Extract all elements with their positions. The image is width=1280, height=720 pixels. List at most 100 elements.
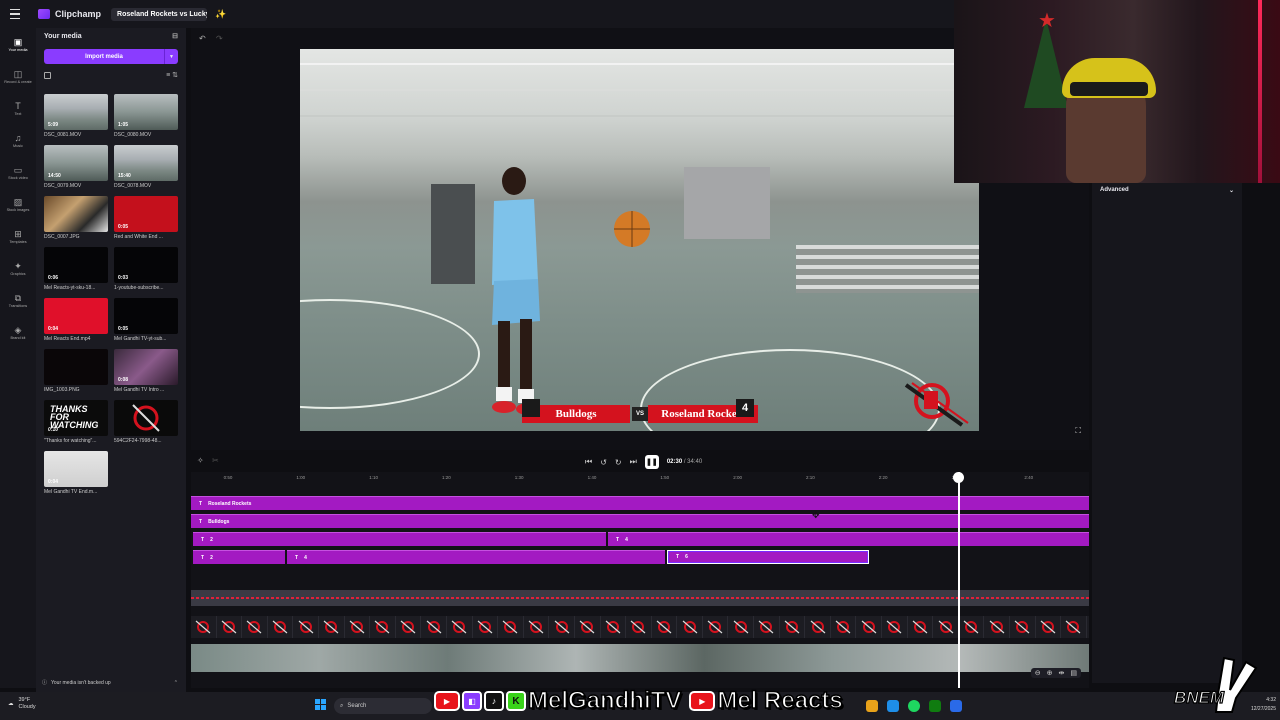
skip-forward-icon[interactable]: ⏭ xyxy=(630,457,637,467)
logo-frame xyxy=(575,616,601,638)
fullscreen-icon[interactable]: ⛶ xyxy=(1075,426,1081,436)
rockets-logo-icon xyxy=(349,620,365,634)
advanced-section[interactable]: Advanced ⌄ xyxy=(1092,183,1242,197)
logo-overlay-track[interactable] xyxy=(191,616,1089,638)
rail-item-6[interactable]: ⊞ Templates xyxy=(0,220,36,252)
rail-item-5[interactable]: ▨ Stock images xyxy=(0,188,36,220)
select-all-checkbox[interactable] xyxy=(44,71,51,79)
backup-notice-text: Your media isn't backed up xyxy=(51,679,111,686)
rockets-logo-icon xyxy=(195,620,211,634)
media-tile[interactable]: 594C2F24-7998-48... xyxy=(114,400,178,448)
rail-item-0[interactable]: ▣ Your media xyxy=(0,28,36,60)
undo-redo: ↶ ↷ xyxy=(199,34,223,43)
media-tile[interactable]: IMG_1003.PNG xyxy=(44,349,108,397)
app-icon[interactable] xyxy=(950,700,962,712)
pause-button[interactable]: ❚❚ xyxy=(644,455,659,469)
led-light xyxy=(1258,0,1262,183)
audio-track[interactable] xyxy=(191,590,1089,606)
advanced-label: Advanced xyxy=(1100,187,1129,193)
media-name: Red and White End ... xyxy=(114,234,163,240)
undo-icon[interactable]: ↶ xyxy=(199,34,206,43)
rail-icon: ✦ xyxy=(14,260,22,271)
rail-item-7[interactable]: ✦ Graphics xyxy=(0,252,36,284)
backup-notice[interactable]: ⓘ Your media isn't backed up ⌃ xyxy=(42,679,178,687)
rail-item-8[interactable]: ⧉ Transitions xyxy=(0,284,36,316)
media-tile[interactable]: 5:09 DSC_0081.MOV xyxy=(44,94,108,142)
redo-icon[interactable]: ↷ xyxy=(216,34,223,43)
rail-item-9[interactable]: ◈ Brand kit xyxy=(0,316,36,348)
tree-star-icon: ★ xyxy=(1038,10,1056,32)
screen: Clipchamp Roseland Rockets vs Lucky L ✨ … xyxy=(0,0,1280,720)
chevron-up-icon[interactable]: ⌃ xyxy=(174,680,178,686)
chrome-icon[interactable] xyxy=(866,700,878,712)
text-clip[interactable]: T2 xyxy=(193,550,285,564)
search-icon: ⌕ xyxy=(340,702,344,709)
forward-5-icon[interactable]: ↻ xyxy=(615,458,622,467)
menu-icon[interactable] xyxy=(0,0,30,28)
xbox-icon[interactable] xyxy=(929,700,941,712)
logo-frame xyxy=(242,616,268,638)
video-track[interactable] xyxy=(191,644,1089,672)
basketball-player xyxy=(480,161,546,423)
spotify-icon[interactable] xyxy=(908,700,920,712)
rail-item-1[interactable]: ◫ Record & create xyxy=(0,60,36,92)
fit-timeline-icon[interactable]: ⇹ xyxy=(1059,669,1065,677)
playhead-handle[interactable] xyxy=(953,472,964,483)
logo-frame xyxy=(856,616,883,638)
media-tile[interactable]: 0:03 1-youtube-subscribe... xyxy=(114,247,178,295)
media-tile[interactable]: 15:40 DSC_0078.MOV xyxy=(114,145,178,193)
filter-sort-icon[interactable]: ≡ ⇅ xyxy=(166,71,178,79)
timeline[interactable]: 0:50 1:00 1:10 1:20 1:30 1:40 1:50 2:00 2:10 2:20… xyxy=(191,472,1089,688)
collapse-panel-icon[interactable]: ⊟ xyxy=(172,32,178,40)
windows-start-icon[interactable] xyxy=(315,699,326,710)
media-thumbnail xyxy=(44,196,108,232)
text-clip[interactable]: T2 xyxy=(193,532,606,546)
media-tile[interactable]: 0:05 Red and White End ... xyxy=(114,196,178,244)
rewind-5-icon[interactable]: ↺ xyxy=(600,458,607,467)
split-icon[interactable]: ✂ xyxy=(212,456,219,465)
magic-wand-icon[interactable]: ✧ xyxy=(197,456,204,465)
media-tile[interactable]: 0:06 Mel Reacts-yt-sku-18... xyxy=(44,247,108,295)
text-clip[interactable]: T6 xyxy=(667,550,869,564)
import-dropdown-icon[interactable]: ▼ xyxy=(164,49,178,64)
ruler-tick: 1:30 xyxy=(514,475,524,480)
weather-widget[interactable]: ☁ 39°F Cloudy xyxy=(8,697,36,711)
rockets-logo-icon xyxy=(1066,620,1081,634)
text-clip[interactable]: T Roseland Rockets xyxy=(191,496,1089,510)
logo-frame xyxy=(1010,616,1036,638)
media-tile[interactable]: 0:04 Mel Reacts End.mp4 xyxy=(44,298,108,346)
edge-icon[interactable] xyxy=(887,700,899,712)
media-tile[interactable]: 0:05 Mel Gandhi TV-yt-sub... xyxy=(114,298,178,346)
ruler-tick: 2:10 xyxy=(806,475,815,480)
playhead[interactable] xyxy=(958,472,960,688)
rail-item-4[interactable]: ▭ Stock video xyxy=(0,156,36,188)
media-tile[interactable]: THANKS FOR WATCHING 0:10 "Thanks for watch… xyxy=(44,400,108,448)
rockets-logo-icon xyxy=(298,620,314,634)
magic-sparkle-icon[interactable]: ✨ xyxy=(215,9,226,20)
skip-back-icon[interactable]: ⏮ xyxy=(585,457,592,467)
media-thumbnail: 0:04 xyxy=(44,451,108,487)
media-tile[interactable]: 0:04 Mel Gandhi TV End.m... xyxy=(44,451,108,499)
media-tile[interactable]: 1:05 DSC_0080.MOV xyxy=(114,94,178,142)
text-clip[interactable]: T4 xyxy=(287,550,665,564)
video-preview[interactable]: Bulldogs VS Roseland Rockets 4 xyxy=(300,49,979,431)
media-duration: 0:06 xyxy=(48,275,59,281)
chevron-down-icon[interactable]: ⌄ xyxy=(1229,187,1234,194)
mouse-cursor: ✥ xyxy=(812,510,820,520)
media-tile[interactable]: DSC_0007.JPG xyxy=(44,196,108,244)
project-title-field[interactable]: Roseland Rockets vs Lucky L xyxy=(111,7,208,21)
rail-item-3[interactable]: ♫ Music xyxy=(0,124,36,156)
text-clip[interactable]: T4 xyxy=(608,532,1089,546)
logo-frame xyxy=(933,616,959,638)
taskbar-search[interactable]: ⌕ Search xyxy=(334,698,432,714)
rail-item-2[interactable]: T Text xyxy=(0,92,36,124)
import-media-button[interactable]: Import media ▼ xyxy=(44,49,178,64)
zoom-out-icon[interactable]: ⊖ xyxy=(1035,669,1041,677)
rail-label: Transitions xyxy=(8,303,28,308)
timeline-view-icon[interactable]: ▤ xyxy=(1070,669,1077,677)
text-clip[interactable]: T Bulldogs xyxy=(191,514,1089,528)
youtube-icon: ▶ xyxy=(434,691,460,711)
media-tile[interactable]: 0:08 Mel Gandhi TV Intro ... xyxy=(114,349,178,397)
media-tile[interactable]: 14:50 DSC_0079.MOV xyxy=(44,145,108,193)
zoom-in-icon[interactable]: ⊕ xyxy=(1047,669,1053,677)
